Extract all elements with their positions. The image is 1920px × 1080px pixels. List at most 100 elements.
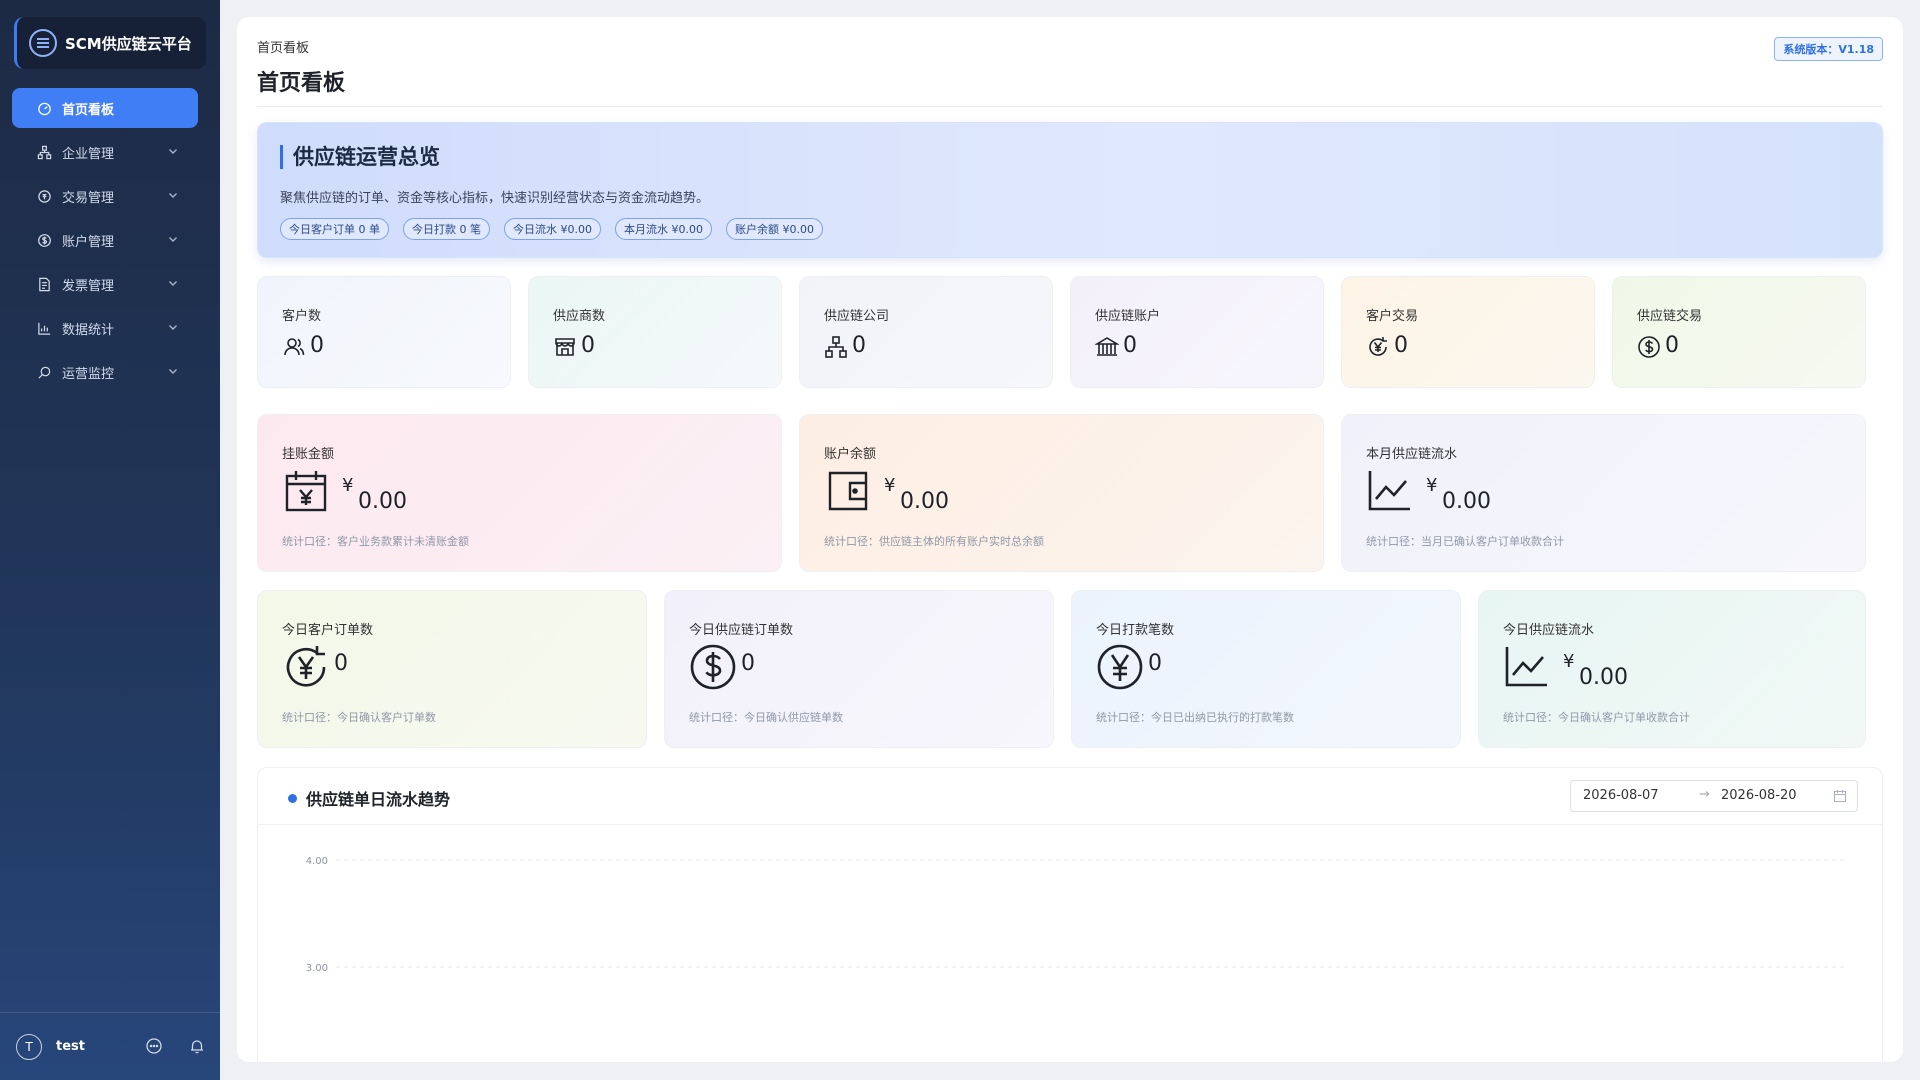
dollar-circle-icon bbox=[1638, 336, 1660, 358]
stat-card-sc-companies[interactable]: 供应链公司 0 bbox=[799, 276, 1053, 388]
sidebar-item-label: 企业管理 bbox=[62, 146, 115, 162]
money-label: 挂账金额 bbox=[282, 447, 335, 462]
card-note: 统计口径：客户业务款累计未清账金额 bbox=[282, 535, 469, 548]
sidebar-item-label: 数据统计 bbox=[62, 322, 115, 338]
page-title: 首页看板 bbox=[257, 71, 346, 96]
sidebar-nav: 首页看板 企业管理 交易管理 账户管理 发票管理 数据统计 运营监控 bbox=[12, 88, 198, 396]
overview-title: 供应链运营总览 bbox=[280, 145, 440, 169]
sidebar-item-label: 运营监控 bbox=[62, 366, 115, 382]
stat-label: 客户交易 bbox=[1366, 309, 1419, 324]
money-label: 账户余额 bbox=[824, 447, 877, 462]
overview-banner: 供应链运营总览 聚焦供应链的订单、资金等核心指标，快速识别经营状态与资金流动趋势… bbox=[257, 122, 1883, 258]
stat-label: 供应链公司 bbox=[824, 309, 890, 324]
sidebar: SCM供应链云平台 首页看板 企业管理 交易管理 账户管理 发票管理 数据统计 … bbox=[0, 0, 220, 1080]
main-content: 首页看板 首页看板 系统版本：V1.18 供应链运营总览 聚焦供应链的订单、资金… bbox=[237, 17, 1903, 1062]
bar-chart-icon bbox=[36, 320, 52, 336]
sidebar-item-label: 交易管理 bbox=[62, 190, 115, 206]
sidebar-item-dashboard[interactable]: 首页看板 bbox=[12, 88, 198, 128]
exchange-icon bbox=[36, 188, 52, 204]
stat-value: 0 bbox=[852, 333, 866, 358]
today-value: 0 bbox=[334, 651, 348, 676]
overview-description: 聚焦供应链的订单、资金等核心指标，快速识别经营状态与资金流动趋势。 bbox=[280, 191, 710, 206]
stat-card-customer-trades[interactable]: 客户交易 0 bbox=[1341, 276, 1595, 388]
date-end-input[interactable]: 2026-08-20 bbox=[1721, 788, 1797, 803]
stat-card-sc-accounts[interactable]: 供应链账户 0 bbox=[1070, 276, 1324, 388]
monitor-search-icon bbox=[36, 364, 52, 380]
org-tree-icon bbox=[825, 336, 847, 358]
calendar-yen-icon bbox=[285, 471, 327, 512]
sidebar-item-invoices[interactable]: 发票管理 bbox=[12, 264, 198, 304]
today-card-sc-orders[interactable]: 今日供应链订单数 0 统计口径：今日确认供应链单数 bbox=[664, 590, 1054, 748]
chart-title-dot bbox=[288, 794, 297, 803]
org-icon bbox=[36, 144, 52, 160]
yen-circle-icon bbox=[1097, 644, 1143, 690]
card-note: 统计口径：供应链主体的所有账户实时总余额 bbox=[824, 535, 1044, 548]
date-start-input[interactable]: 2026-08-07 bbox=[1583, 788, 1659, 803]
money-value: 0.00 bbox=[1442, 489, 1491, 514]
sidebar-item-enterprise[interactable]: 企业管理 bbox=[12, 132, 198, 172]
chevron-down-icon bbox=[169, 237, 177, 242]
today-value: 0 bbox=[1148, 651, 1162, 676]
today-label: 今日打款笔数 bbox=[1096, 623, 1175, 638]
today-card-payments[interactable]: 今日打款笔数 0 统计口径：今日已出纳已执行的打款笔数 bbox=[1071, 590, 1461, 748]
stat-value: 0 bbox=[581, 333, 595, 358]
money-card-balance[interactable]: 账户余额 ¥ 0.00 统计口径：供应链主体的所有账户实时总余额 bbox=[799, 414, 1324, 572]
username[interactable]: test bbox=[56, 1039, 85, 1054]
today-label: 今日客户订单数 bbox=[282, 623, 374, 638]
overview-tag: 本月流水 ¥0.00 bbox=[615, 218, 712, 240]
currency-symbol: ¥ bbox=[342, 475, 354, 496]
bell-icon[interactable] bbox=[188, 1037, 206, 1055]
sidebar-item-label: 发票管理 bbox=[62, 278, 115, 294]
sidebar-item-transactions[interactable]: 交易管理 bbox=[12, 176, 198, 216]
currency-symbol: ¥ bbox=[1563, 651, 1575, 672]
sidebar-footer: T test bbox=[0, 1012, 220, 1080]
sidebar-item-accounts[interactable]: 账户管理 bbox=[12, 220, 198, 260]
message-icon[interactable] bbox=[145, 1037, 163, 1055]
currency-symbol: ¥ bbox=[1426, 475, 1438, 496]
dollar-circle-icon bbox=[690, 644, 736, 690]
header-divider bbox=[257, 106, 1883, 107]
today-card-sc-flow[interactable]: 今日供应链流水 ¥ 0.00 统计口径：今日确认客户订单收款合计 bbox=[1478, 590, 1866, 748]
line-chart-icon bbox=[1505, 647, 1547, 687]
today-value: 0 bbox=[741, 651, 755, 676]
card-note: 统计口径：今日确认客户订单收款合计 bbox=[1503, 711, 1690, 724]
chevron-down-icon bbox=[169, 193, 177, 198]
dollar-circle-icon bbox=[36, 232, 52, 248]
stat-card-customers[interactable]: 客户数 0 bbox=[257, 276, 511, 388]
stat-value: 0 bbox=[1394, 333, 1408, 358]
yen-cycle-icon bbox=[1369, 337, 1387, 356]
money-card-monthly-flow[interactable]: 本月供应链流水 ¥ 0.00 统计口径：当月已确认客户订单收款合计 bbox=[1341, 414, 1866, 572]
currency-symbol: ¥ bbox=[884, 475, 896, 496]
stat-label: 供应链账户 bbox=[1095, 309, 1161, 324]
today-value: 0.00 bbox=[1579, 665, 1628, 690]
chart-title: 供应链单日流水趋势 bbox=[306, 790, 451, 809]
overview-tag: 今日打款 0 笔 bbox=[403, 218, 490, 240]
chevron-down-icon bbox=[169, 149, 177, 154]
date-range-picker[interactable]: 2026-08-07 → 2026-08-20 bbox=[1570, 780, 1858, 812]
sidebar-item-monitoring[interactable]: 运营监控 bbox=[12, 352, 198, 392]
stat-label: 供应链交易 bbox=[1637, 309, 1703, 324]
dashboard-icon bbox=[36, 100, 52, 116]
stat-card-sc-trades[interactable]: 供应链交易 0 bbox=[1612, 276, 1866, 388]
bank-icon bbox=[1095, 337, 1119, 356]
overview-tag: 今日客户订单 0 单 bbox=[280, 218, 389, 240]
stat-card-suppliers[interactable]: 供应商数 0 bbox=[528, 276, 782, 388]
yen-cycle-icon bbox=[286, 646, 326, 687]
today-label: 今日供应链订单数 bbox=[689, 623, 794, 638]
money-card-outstanding[interactable]: 挂账金额 ¥ 0.00 统计口径：客户业务款累计未清账金额 bbox=[257, 414, 782, 572]
version-badge: 系统版本：V1.18 bbox=[1774, 37, 1883, 61]
avatar[interactable]: T bbox=[16, 1033, 42, 1060]
sidebar-item-statistics[interactable]: 数据统计 bbox=[12, 308, 198, 348]
y-tick-label: 3.00 bbox=[306, 963, 328, 974]
today-card-customer-orders[interactable]: 今日客户订单数 0 统计口径：今日确认客户订单数 bbox=[257, 590, 647, 748]
line-chart-icon bbox=[1368, 471, 1410, 511]
stat-value: 0 bbox=[1123, 333, 1137, 358]
breadcrumb[interactable]: 首页看板 bbox=[257, 37, 309, 56]
chevron-down-icon bbox=[169, 325, 177, 330]
stat-value: 0 bbox=[1665, 333, 1679, 358]
sidebar-item-label: 首页看板 bbox=[62, 102, 115, 118]
brand-logo[interactable]: SCM供应链云平台 bbox=[14, 17, 206, 69]
card-note: 统计口径：今日确认客户订单数 bbox=[282, 711, 436, 724]
stat-value: 0 bbox=[310, 333, 324, 358]
overview-tags: 今日客户订单 0 单 今日打款 0 笔 今日流水 ¥0.00 本月流水 ¥0.0… bbox=[280, 218, 837, 240]
